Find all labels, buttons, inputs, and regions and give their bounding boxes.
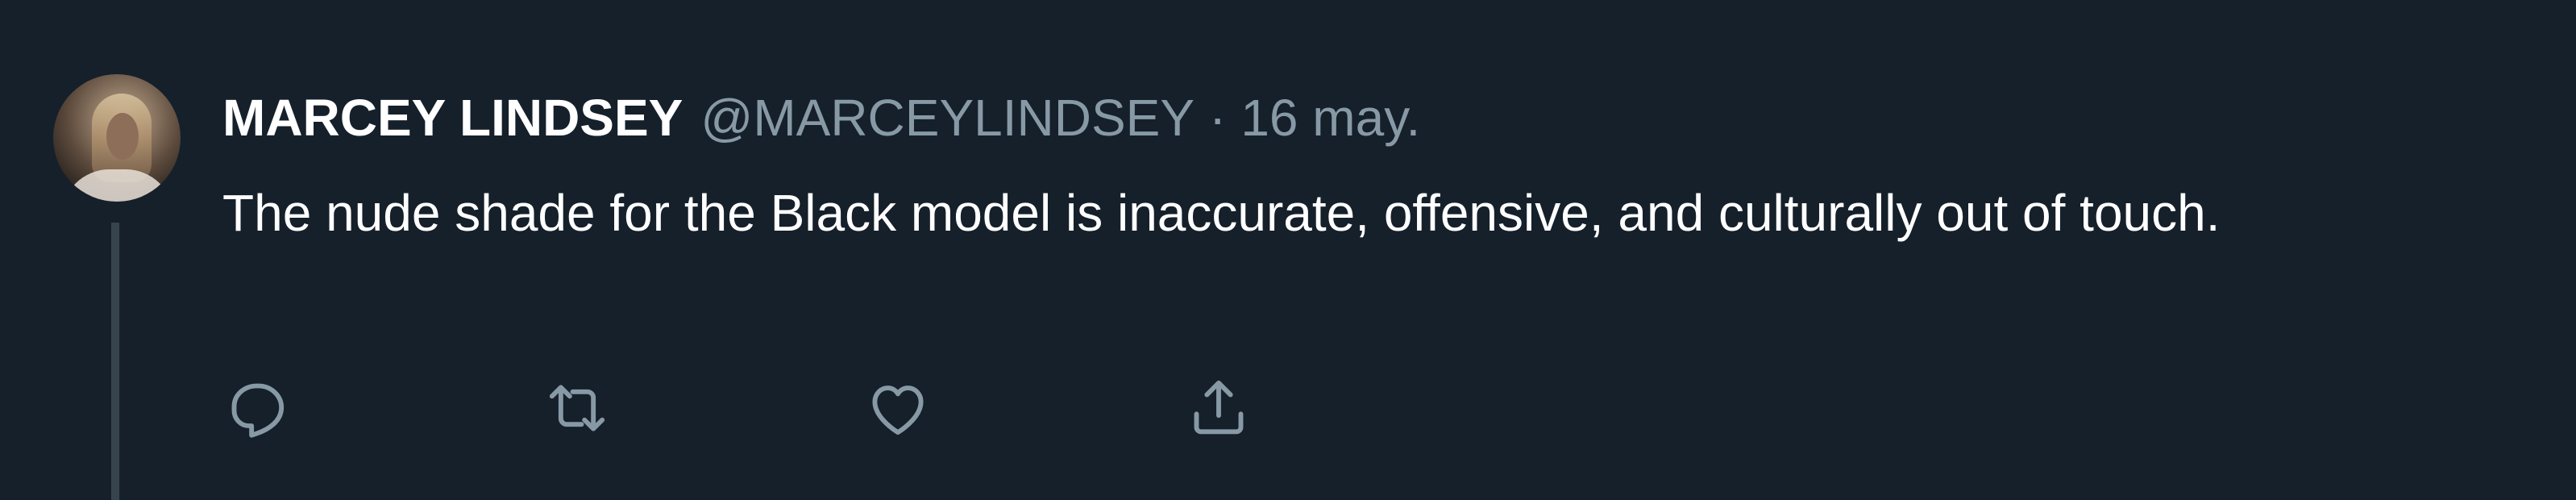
display-name[interactable]: MARCEY LINDSEY xyxy=(222,84,683,152)
thread-line xyxy=(111,223,119,500)
reply-icon xyxy=(221,373,292,448)
tweet-header: MARCEY LINDSEY @MARCEYLINDSEY · 16 may. xyxy=(222,84,1420,152)
tweet-actions xyxy=(222,371,1351,438)
share-icon xyxy=(1183,373,1254,448)
share-button[interactable] xyxy=(1180,371,1257,448)
avatar-shoulder xyxy=(61,169,174,202)
retweet-button[interactable] xyxy=(538,371,616,448)
user-handle[interactable]: @MARCEYLINDSEY xyxy=(700,84,1195,152)
tweet-date[interactable]: 16 may. xyxy=(1240,84,1420,152)
avatar-face xyxy=(106,113,139,160)
avatar[interactable] xyxy=(53,74,181,202)
retweet-icon xyxy=(542,373,613,448)
header-separator: · xyxy=(1209,89,1227,147)
like-icon xyxy=(862,373,933,448)
tweet-text: The nude shade for the Black model is in… xyxy=(222,184,2221,242)
reply-button[interactable] xyxy=(218,371,295,448)
tweet[interactable]: MARCEY LINDSEY @MARCEYLINDSEY · 16 may. … xyxy=(0,0,2576,500)
like-button[interactable] xyxy=(859,371,937,448)
